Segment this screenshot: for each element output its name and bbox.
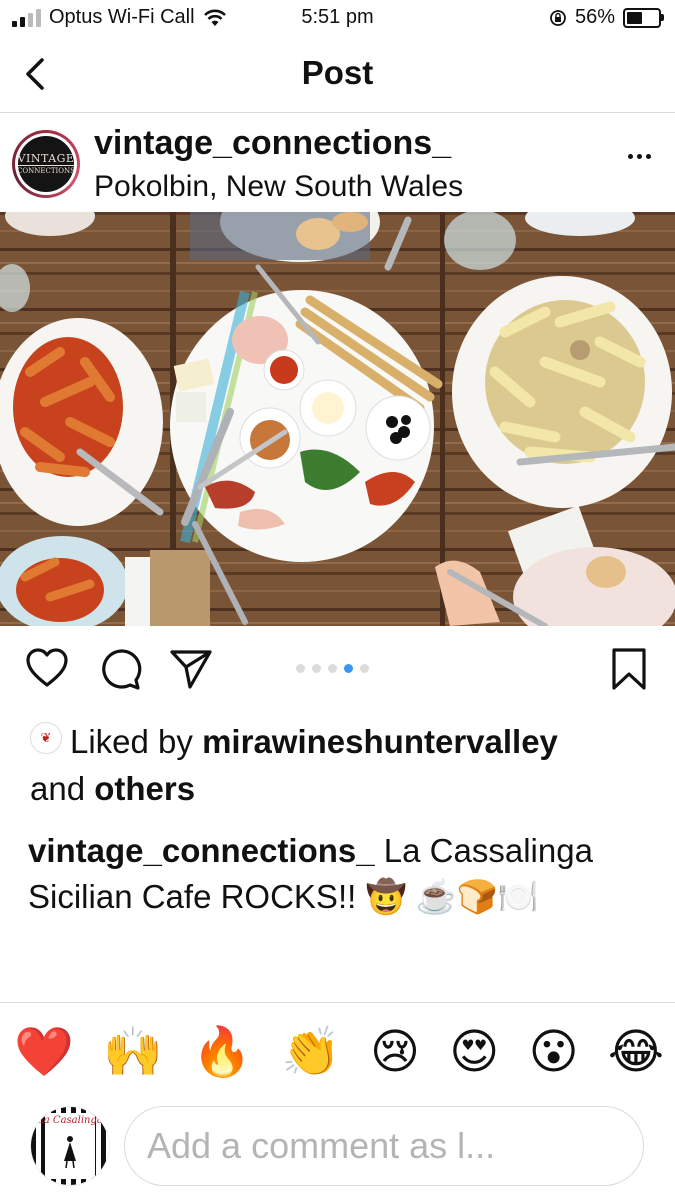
post-photo[interactable] (0, 212, 675, 626)
carousel-indicator (296, 664, 369, 673)
avatar[interactable]: VINTAGE CONNECTIONS (12, 130, 80, 198)
reaction-emoji-1[interactable]: 🙌 (103, 1020, 163, 1084)
status-right: 56% (549, 6, 664, 29)
likes-line: ❦ Liked by mirawineshuntervalley and othe… (30, 718, 650, 812)
reaction-emoji-2[interactable]: 🔥 (192, 1020, 252, 1084)
page-title: Post (301, 54, 374, 91)
ellipsis-icon[interactable] (628, 154, 651, 159)
comment-input[interactable] (124, 1106, 644, 1186)
orientation-lock-icon (550, 9, 566, 26)
status-bar: Optus Wi-Fi Call 5:51 pm 56% (0, 0, 675, 38)
post-header: VINTAGE CONNECTIONS vintage_connections_… (0, 120, 675, 212)
carousel-dot (328, 664, 337, 673)
comment-bubble-icon[interactable] (97, 646, 143, 692)
figure-icon (64, 1136, 76, 1169)
carousel-dot (312, 664, 321, 673)
carousel-dot (296, 664, 305, 673)
reaction-emoji-3[interactable]: 👏 (281, 1020, 341, 1084)
avatar[interactable]: La Casalinga (30, 1106, 110, 1186)
heart-icon[interactable] (24, 646, 70, 692)
reaction-emoji-5[interactable]: 😍 (449, 1020, 499, 1084)
bookmark-icon[interactable] (606, 646, 652, 692)
post-actions (0, 646, 675, 696)
battery-percent: 56% (574, 6, 615, 28)
paper-plane-icon[interactable] (168, 646, 214, 692)
quick-reactions: ❤️ 🙌 🔥 👏 😢 😍 😮 😂 (14, 1020, 664, 1084)
divider (0, 1002, 675, 1003)
avatar-text-vintage: VINTAGE (17, 152, 75, 166)
reaction-emoji-7[interactable]: 😂 (608, 1020, 664, 1084)
likes-others[interactable]: others (94, 770, 195, 807)
reaction-emoji-6[interactable]: 😮 (529, 1020, 579, 1084)
caption-username[interactable]: vintage_connections_ (28, 832, 375, 869)
liker-username[interactable]: mirawineshuntervalley (202, 723, 558, 760)
food-photo (0, 212, 675, 626)
carousel-dot (344, 664, 353, 673)
likes-joiner: and (30, 770, 86, 807)
reaction-emoji-4[interactable]: 😢 (370, 1020, 420, 1084)
post-caption: vintage_connections_ La Cassalinga Sicil… (28, 828, 653, 920)
liked-by-label: Liked by (70, 723, 193, 760)
avatar-text-connections: CONNECTIONS (17, 167, 75, 175)
battery-icon (623, 7, 664, 28)
comment-composer: La Casalinga (0, 1106, 675, 1188)
liker-avatar[interactable]: ❦ (30, 722, 62, 755)
avatar-text: La Casalinga (37, 1115, 103, 1126)
carousel-dot (360, 664, 369, 673)
post-location[interactable]: Pokolbin, New South Wales (94, 170, 463, 204)
reaction-emoji-0[interactable]: ❤️ (14, 1020, 74, 1084)
post-username[interactable]: vintage_connections_ (94, 124, 451, 163)
nav-bar: Post (0, 40, 675, 113)
